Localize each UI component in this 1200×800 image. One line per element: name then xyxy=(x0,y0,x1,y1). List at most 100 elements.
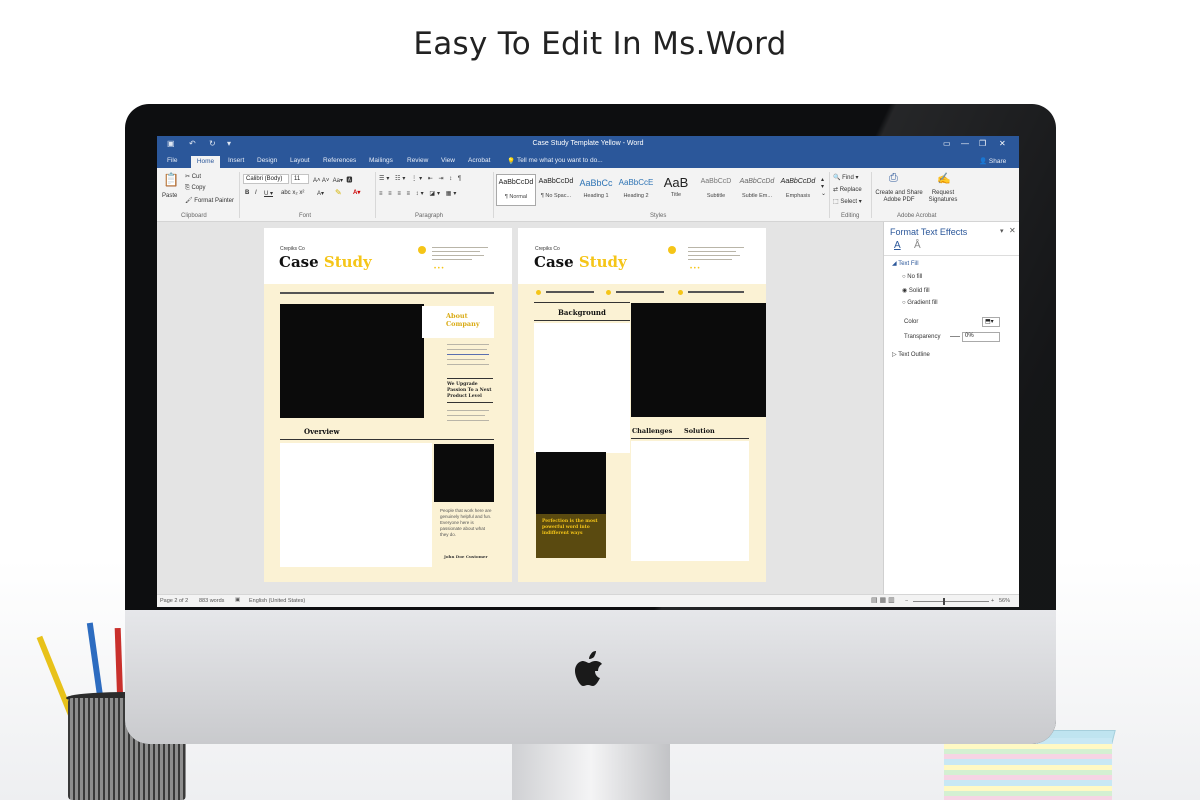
font-size-buttons[interactable]: A˄ A˅ Aa▾ 🅰 xyxy=(313,175,352,184)
pane-menu-icon[interactable]: ▾ xyxy=(1000,227,1004,235)
style-heading-2[interactable]: AaBbCcE Heading 2 xyxy=(616,174,656,206)
style-name: Heading 1 xyxy=(583,193,609,199)
transparency-label: Transparency xyxy=(904,334,941,340)
pane-close-icon[interactable]: ✕ xyxy=(1009,226,1016,235)
tab-home[interactable]: Home xyxy=(191,156,220,168)
text-line xyxy=(447,420,489,421)
acrobat-group-label: Adobe Acrobat xyxy=(897,213,937,219)
status-bar: Page 2 of 2 883 words ▣ English (United … xyxy=(157,594,1019,607)
style-subtitle[interactable]: AaBbCcD Subtitle xyxy=(696,174,736,206)
create-pdf-button[interactable]: Create and Share Adobe PDF xyxy=(873,190,925,204)
zoom-thumb[interactable] xyxy=(943,598,945,605)
tab-view[interactable]: View xyxy=(441,157,455,164)
replace-button[interactable]: ⇄ Replace xyxy=(833,186,862,193)
word-count[interactable]: 883 words xyxy=(199,598,224,604)
paste-icon[interactable]: 📋 xyxy=(163,172,179,188)
dots-ornament: • • • xyxy=(690,266,700,272)
restore-icon[interactable]: ❐ xyxy=(979,139,986,148)
style-name: ¶ No Spac... xyxy=(540,193,572,199)
zoom-level[interactable]: 56% xyxy=(999,598,1010,604)
font-size-select[interactable]: 11 xyxy=(291,174,309,184)
tab-insert[interactable]: Insert xyxy=(228,157,244,164)
view-buttons[interactable]: ▤ ▦ ▥ xyxy=(871,596,895,604)
style-title[interactable]: AaB Title xyxy=(656,174,696,206)
page-1[interactable]: Crepiks Co Case Study • • • About Compan… xyxy=(264,228,512,582)
highlight-icon[interactable]: ✎ xyxy=(335,188,342,197)
font-color-button[interactable]: A▾ xyxy=(353,189,360,196)
tab-file[interactable]: File xyxy=(167,157,177,164)
language[interactable]: English (United States) xyxy=(249,598,305,604)
list-buttons[interactable]: ☰▾ ☷▾ ⋮▾ ⇤ ⇥ ↕ ¶ xyxy=(379,175,463,182)
tab-references[interactable]: References xyxy=(323,157,356,164)
cut-button[interactable]: ✂ Cut xyxy=(185,173,201,180)
solid-fill-radio[interactable]: ◉ Solid fill xyxy=(902,287,930,294)
tab-review[interactable]: Review xyxy=(407,157,428,164)
sticky-notes xyxy=(944,738,1112,800)
document-area[interactable]: Crepiks Co Case Study • • • About Compan… xyxy=(157,222,883,594)
brand-name: Crepiks Co xyxy=(280,246,305,252)
ribbon-display-icon[interactable]: ▭ xyxy=(943,139,951,148)
zoom-out-icon[interactable]: − xyxy=(905,598,908,604)
style-subtle-emphasis[interactable]: AaBbCcDd Subtle Em... xyxy=(736,174,778,206)
strikethrough-button[interactable]: abc x₂ x² xyxy=(281,190,304,196)
text-effects-button[interactable]: A▾ xyxy=(317,190,324,197)
bold-button[interactable]: B xyxy=(245,190,249,196)
text-fill-outline-icon[interactable]: A xyxy=(894,240,901,251)
text-outline-section[interactable]: ▷ Text Outline xyxy=(892,351,930,358)
italic-button[interactable]: I xyxy=(255,190,257,196)
about-heading: About Company xyxy=(446,312,480,328)
text-effects-icon[interactable]: Å xyxy=(914,240,921,251)
text-fill-label: Text Fill xyxy=(898,261,919,267)
image-placeholder xyxy=(536,452,606,514)
page-2[interactable]: Crepiks Co Case Study • • • Background C… xyxy=(518,228,766,582)
transparency-slider[interactable] xyxy=(950,336,960,337)
contact-dot xyxy=(678,290,683,295)
challenges-body xyxy=(631,441,749,561)
tell-me-box[interactable]: Tell me what you want to do... xyxy=(517,157,603,164)
zoom-in-icon[interactable]: + xyxy=(991,598,994,604)
share-button[interactable]: 👤 Share xyxy=(979,157,1006,165)
proofing-icon[interactable]: ▣ xyxy=(235,597,240,603)
tab-design[interactable]: Design xyxy=(257,157,277,164)
ribbon: 📋 Paste ✂ Cut ⎘ Copy 🖌 Format Painter Cl… xyxy=(157,168,1019,222)
format-painter-label: Format Painter xyxy=(194,198,234,204)
copy-button[interactable]: ⎘ Copy xyxy=(185,185,205,192)
monitor-stand xyxy=(512,744,670,800)
font-name-select[interactable]: Calibri (Body) xyxy=(243,174,289,184)
request-signatures-icon[interactable]: ✍ xyxy=(937,172,951,185)
transparency-input[interactable]: 0% xyxy=(962,332,1000,342)
paste-button[interactable]: Paste xyxy=(162,193,177,199)
text-fill-section[interactable]: ◢ Text Fill xyxy=(892,260,919,267)
tab-layout[interactable]: Layout xyxy=(290,157,310,164)
brand-name: Crepiks Co xyxy=(535,246,560,252)
request-signatures-button[interactable]: Request Signatures xyxy=(925,190,961,204)
quote-text: People that work here are genuinely help… xyxy=(440,508,492,537)
tab-acrobat[interactable]: Acrobat xyxy=(468,157,490,164)
find-button[interactable]: 🔍 Find ▾ xyxy=(833,174,859,181)
tab-mailings[interactable]: Mailings xyxy=(369,157,393,164)
zoom-slider[interactable] xyxy=(913,601,989,602)
text-line xyxy=(432,255,484,256)
styles-scroll-icon[interactable]: ▴ ▾ ⌄ xyxy=(821,176,826,197)
create-pdf-icon[interactable]: ⎙ xyxy=(889,172,898,185)
close-icon[interactable]: ✕ xyxy=(999,139,1006,148)
rule xyxy=(280,439,494,440)
style-no-spacing[interactable]: AaBbCcDd ¶ No Spac... xyxy=(536,174,576,206)
style-emphasis[interactable]: AaBbCcDd Emphasis xyxy=(778,174,818,206)
background-body xyxy=(534,323,630,453)
page-count[interactable]: Page 2 of 2 xyxy=(160,598,188,604)
align-buttons[interactable]: ≡ ≡ ≡ ≡ ↕▾ ◪▾ ▦▾ xyxy=(379,190,458,197)
underline-button[interactable]: U ▾ xyxy=(264,190,273,197)
style-preview: AaBbCcD xyxy=(700,178,732,185)
style-normal[interactable]: AaBbCcDd ¶ Normal xyxy=(496,174,536,206)
text-line xyxy=(447,364,489,365)
gradient-fill-radio[interactable]: ○ Gradient fill xyxy=(902,300,938,306)
style-heading-1[interactable]: AaBbCc Heading 1 xyxy=(576,174,616,206)
text-line xyxy=(447,410,489,411)
no-fill-radio[interactable]: ○ No fill xyxy=(902,274,922,280)
select-button[interactable]: ⬚ Select ▾ xyxy=(833,198,862,205)
separator xyxy=(375,172,376,218)
minimize-icon[interactable]: — xyxy=(961,139,969,148)
color-picker[interactable]: ⬒▾ xyxy=(982,317,1000,327)
format-painter-button[interactable]: 🖌 Format Painter xyxy=(185,197,234,204)
